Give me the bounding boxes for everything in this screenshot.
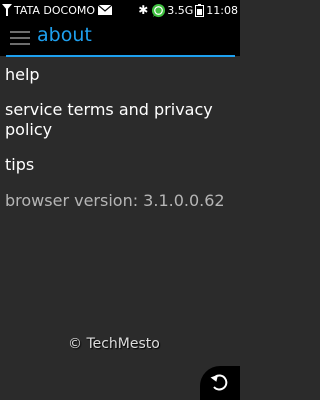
page-title: about [37,24,92,46]
back-button[interactable] [200,366,240,400]
app-header: about [0,20,240,57]
watermark: © TechMesto [68,336,160,352]
clock: 11:08 [206,3,238,17]
carrier-name: TATA DOCOMO [14,3,96,17]
battery-icon [195,3,205,17]
mail-icon [98,5,113,15]
menu-item-help[interactable]: help [5,65,40,85]
whatsapp-icon [152,3,166,17]
status-bar: TATA DOCOMO ✱ 3.5G 11:08 [0,0,240,20]
menu-icon[interactable] [10,31,30,45]
browser-version-text: browser version: 3.1.0.0.62 [5,191,225,210]
back-arrow-icon [210,374,228,391]
signal-icon [2,4,12,16]
header-divider [6,55,235,57]
menu-item-service-terms[interactable]: service terms and privacy policy [5,100,235,140]
bluetooth-icon: ✱ [138,3,149,17]
network-type: 3.5G [167,3,194,17]
menu-item-tips[interactable]: tips [5,155,34,175]
